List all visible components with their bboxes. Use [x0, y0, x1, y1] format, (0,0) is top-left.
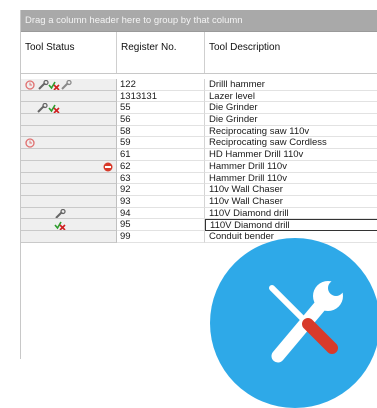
tool-description-cell-editing[interactable]: 110V Diamond drill — [205, 219, 377, 231]
tool-status-cell[interactable] — [21, 184, 117, 196]
column-header-tool-status[interactable]: Tool Status — [21, 32, 117, 73]
table-row[interactable]: 92 110v Wall Chaser — [21, 184, 377, 196]
table-row[interactable]: 1313131 Lazer level — [21, 90, 377, 103]
tool-status-cell[interactable] — [21, 114, 117, 126]
tool-status-cell[interactable] — [21, 79, 117, 91]
tool-description-cell[interactable]: Hammer Drill 110v — [205, 161, 377, 173]
register-no-cell[interactable]: 92 — [117, 184, 205, 196]
table-row[interactable]: 62 Hammer Drill 110v — [21, 160, 377, 173]
table-row[interactable]: 59 Reciprocating saw Cordless — [21, 137, 377, 150]
no-entry-icon — [103, 162, 114, 172]
register-no-cell[interactable]: 61 — [117, 149, 205, 161]
tool-status-cell[interactable] — [21, 195, 117, 208]
register-no-cell[interactable]: 55 — [117, 102, 205, 115]
tool-description-cell[interactable]: 110V Diamond drill — [205, 208, 377, 220]
tool-status-cell[interactable] — [21, 219, 117, 231]
grid-header: Tool Status Register No. Tool Descriptio… — [21, 32, 377, 74]
column-header-register-no[interactable]: Register No. — [117, 32, 205, 73]
column-header-tool-description[interactable]: Tool Description — [205, 32, 377, 73]
register-no-cell[interactable]: 95 — [117, 219, 205, 231]
wrench-icon — [55, 208, 66, 219]
tool-description-cell[interactable]: HD Hammer Drill 110v — [205, 149, 377, 161]
tool-status-cell[interactable] — [21, 230, 117, 243]
register-no-cell[interactable]: 93 — [117, 195, 205, 208]
screwdriver-wrench-icon — [269, 280, 344, 363]
register-no-cell[interactable]: 59 — [117, 137, 205, 150]
tool-description-cell[interactable]: Lazer level — [205, 91, 377, 103]
table-row[interactable]: 122 Drilll hammer — [21, 79, 377, 91]
tools-badge — [210, 238, 377, 408]
register-no-cell[interactable]: 56 — [117, 114, 205, 126]
table-row[interactable]: 93 110v Wall Chaser — [21, 195, 377, 208]
register-no-cell[interactable]: 62 — [117, 160, 205, 173]
tool-status-cell[interactable] — [21, 90, 117, 103]
group-by-panel[interactable]: Drag a column header here to group by th… — [21, 10, 377, 32]
tool-status-cell[interactable] — [21, 125, 117, 138]
tool-description-cell[interactable]: Drilll hammer — [205, 79, 377, 91]
register-no-cell[interactable]: 122 — [117, 79, 205, 91]
table-row[interactable]: 55 Die Grinder — [21, 102, 377, 115]
tool-description-cell[interactable]: Reciprocating saw Cordless — [205, 137, 377, 150]
tool-description-cell[interactable]: Hammer Drill 110v — [205, 173, 377, 185]
register-no-cell[interactable]: 94 — [117, 207, 205, 220]
check-cross-icon — [48, 80, 60, 90]
wrench-icon — [37, 103, 48, 114]
table-row[interactable]: 95 110V Diamond drill — [21, 219, 377, 231]
tool-status-cell[interactable] — [21, 172, 117, 185]
tool-description-cell[interactable]: Die Grinder — [205, 114, 377, 126]
grid-rows: 122 Drilll hammer 1313131 Lazer level 55… — [21, 79, 377, 243]
check-cross-icon — [54, 220, 66, 230]
table-row[interactable]: 61 HD Hammer Drill 110v — [21, 149, 377, 161]
tool-status-cell[interactable] — [21, 207, 117, 220]
table-row[interactable]: 99 Conduit bender — [21, 230, 377, 243]
check-cross-icon — [48, 103, 60, 114]
register-no-cell[interactable]: 58 — [117, 125, 205, 138]
tool-status-cell[interactable] — [21, 102, 117, 115]
wrench-gray-icon — [61, 80, 72, 90]
table-row[interactable]: 94 110V Diamond drill — [21, 207, 377, 220]
register-no-cell[interactable]: 1313131 — [117, 90, 205, 103]
clock-icon — [25, 138, 36, 149]
tool-description-cell[interactable]: 110v Wall Chaser — [205, 196, 377, 208]
clock-icon — [25, 80, 36, 90]
register-no-cell[interactable]: 99 — [117, 230, 205, 243]
register-no-cell[interactable]: 63 — [117, 172, 205, 185]
table-row[interactable]: 63 Hammer Drill 110v — [21, 172, 377, 185]
tool-description-cell[interactable]: Die Grinder — [205, 102, 377, 115]
table-row[interactable]: 58 Reciprocating saw 110v — [21, 125, 377, 138]
tool-description-cell[interactable]: 110v Wall Chaser — [205, 184, 377, 196]
table-row[interactable]: 56 Die Grinder — [21, 114, 377, 126]
tool-status-cell[interactable] — [21, 137, 117, 150]
tool-status-cell[interactable] — [21, 160, 117, 173]
tool-description-cell[interactable]: Reciprocating saw 110v — [205, 126, 377, 138]
tool-status-cell[interactable] — [21, 149, 117, 161]
